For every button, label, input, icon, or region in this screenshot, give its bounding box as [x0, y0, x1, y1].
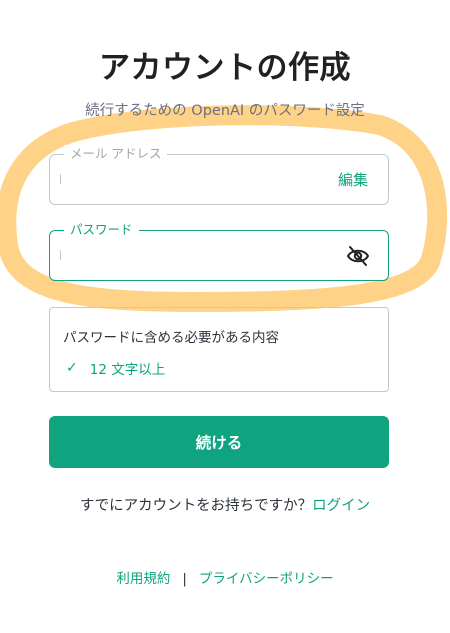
footer-separator: |	[182, 571, 187, 587]
email-field-label: メール アドレス	[64, 145, 168, 163]
password-field[interactable]: パスワード	[49, 221, 389, 281]
requirement-text: 12 文字以上	[89, 362, 166, 378]
terms-link[interactable]: 利用規約	[116, 571, 170, 587]
login-row: すでにアカウントをお持ちですか？ログイン	[0, 494, 450, 515]
password-requirements: パスワードに含める必要がある内容 ✓ 12 文字以上	[49, 307, 389, 392]
continue-button[interactable]: 続ける	[49, 416, 389, 468]
page-title: アカウントの作成	[99, 50, 351, 86]
password-field-label: パスワード	[64, 221, 139, 239]
edit-email-link[interactable]: 編集	[338, 169, 368, 190]
login-prompt: すでにアカウントをお持ちですか？	[79, 498, 313, 514]
page-subtitle: 続行するための OpenAI のパスワード設定	[85, 103, 365, 119]
text-caret	[60, 250, 61, 260]
email-field[interactable]: メール アドレス 編集	[49, 145, 389, 205]
requirement-item: ✓ 12 文字以上	[66, 358, 165, 378]
eye-off-icon[interactable]	[346, 245, 370, 267]
check-icon: ✓	[66, 360, 78, 376]
requirements-title: パスワードに含める必要がある内容	[63, 330, 279, 346]
text-caret	[60, 174, 61, 184]
footer-links: 利用規約 | プライバシーポリシー	[0, 567, 450, 587]
login-link[interactable]: ログイン	[312, 498, 370, 514]
privacy-link[interactable]: プライバシーポリシー	[199, 571, 334, 587]
